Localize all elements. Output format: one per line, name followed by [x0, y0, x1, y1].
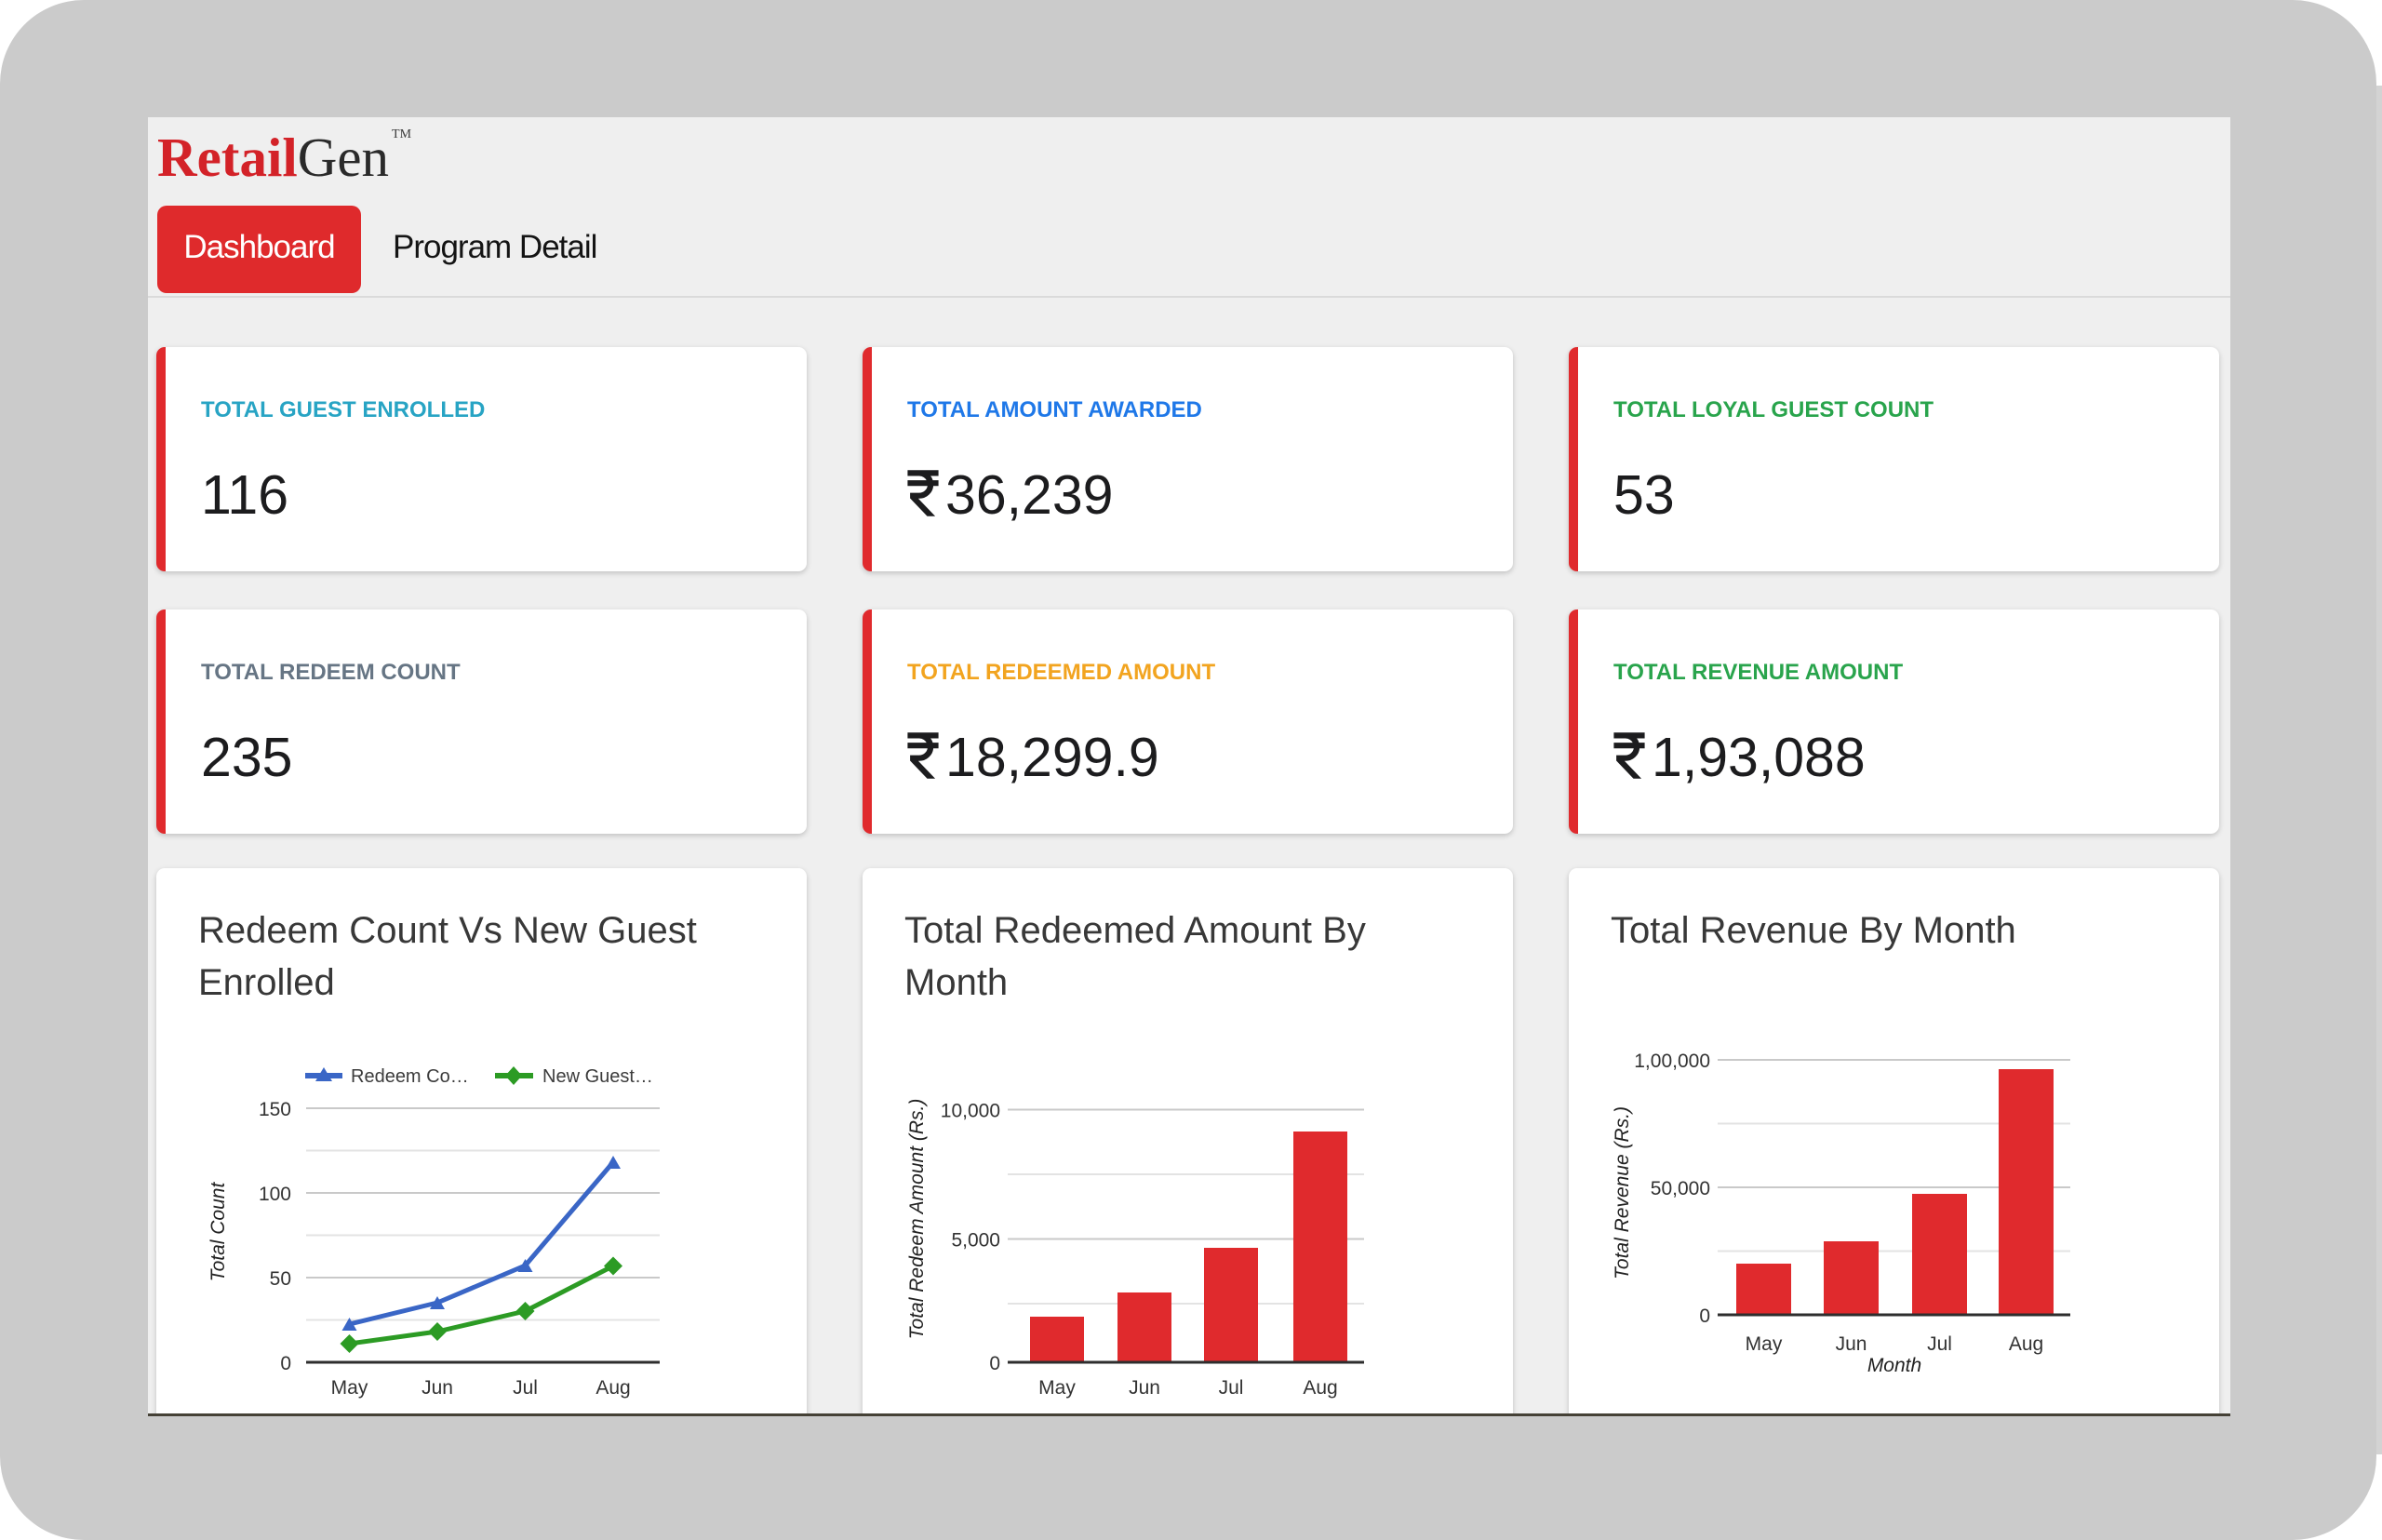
svg-text:Total Revenue (Rs.): Total Revenue (Rs.)	[1612, 1106, 1633, 1279]
svg-text:Total Redeem Amount (Rs.): Total Redeem Amount (Rs.)	[906, 1099, 928, 1340]
svg-text:0: 0	[989, 1353, 1000, 1374]
svg-text:50,000: 50,000	[1651, 1178, 1710, 1199]
svg-text:Aug: Aug	[1303, 1377, 1337, 1399]
svg-text:10,000: 10,000	[941, 1101, 1000, 1122]
svg-text:Jul: Jul	[513, 1377, 538, 1399]
svg-text:May: May	[331, 1377, 368, 1399]
svg-text:5,000: 5,000	[951, 1230, 1000, 1252]
svg-text:Redeem Co…: Redeem Co…	[351, 1066, 469, 1087]
svg-text:May: May	[1746, 1333, 1783, 1355]
svg-text:Jul: Jul	[1927, 1333, 1952, 1355]
svg-text:Total Count: Total Count	[207, 1182, 229, 1282]
svg-text:Aug: Aug	[596, 1377, 630, 1399]
svg-text:Aug: Aug	[2009, 1333, 2043, 1355]
svg-text:Jun: Jun	[1836, 1333, 1867, 1355]
svg-text:150: 150	[259, 1099, 291, 1120]
svg-text:Month: Month	[1867, 1355, 1921, 1376]
svg-text:Jul: Jul	[1219, 1377, 1244, 1399]
svg-text:Jun: Jun	[422, 1377, 453, 1399]
svg-text:Jun: Jun	[1129, 1377, 1160, 1399]
svg-text:0: 0	[280, 1353, 291, 1374]
svg-text:0: 0	[1699, 1306, 1710, 1327]
svg-text:1,00,000: 1,00,000	[1634, 1051, 1710, 1072]
svg-text:New Guest…: New Guest…	[542, 1066, 653, 1087]
svg-text:100: 100	[259, 1184, 291, 1205]
svg-text:May: May	[1038, 1377, 1076, 1399]
svg-text:50: 50	[270, 1268, 291, 1290]
